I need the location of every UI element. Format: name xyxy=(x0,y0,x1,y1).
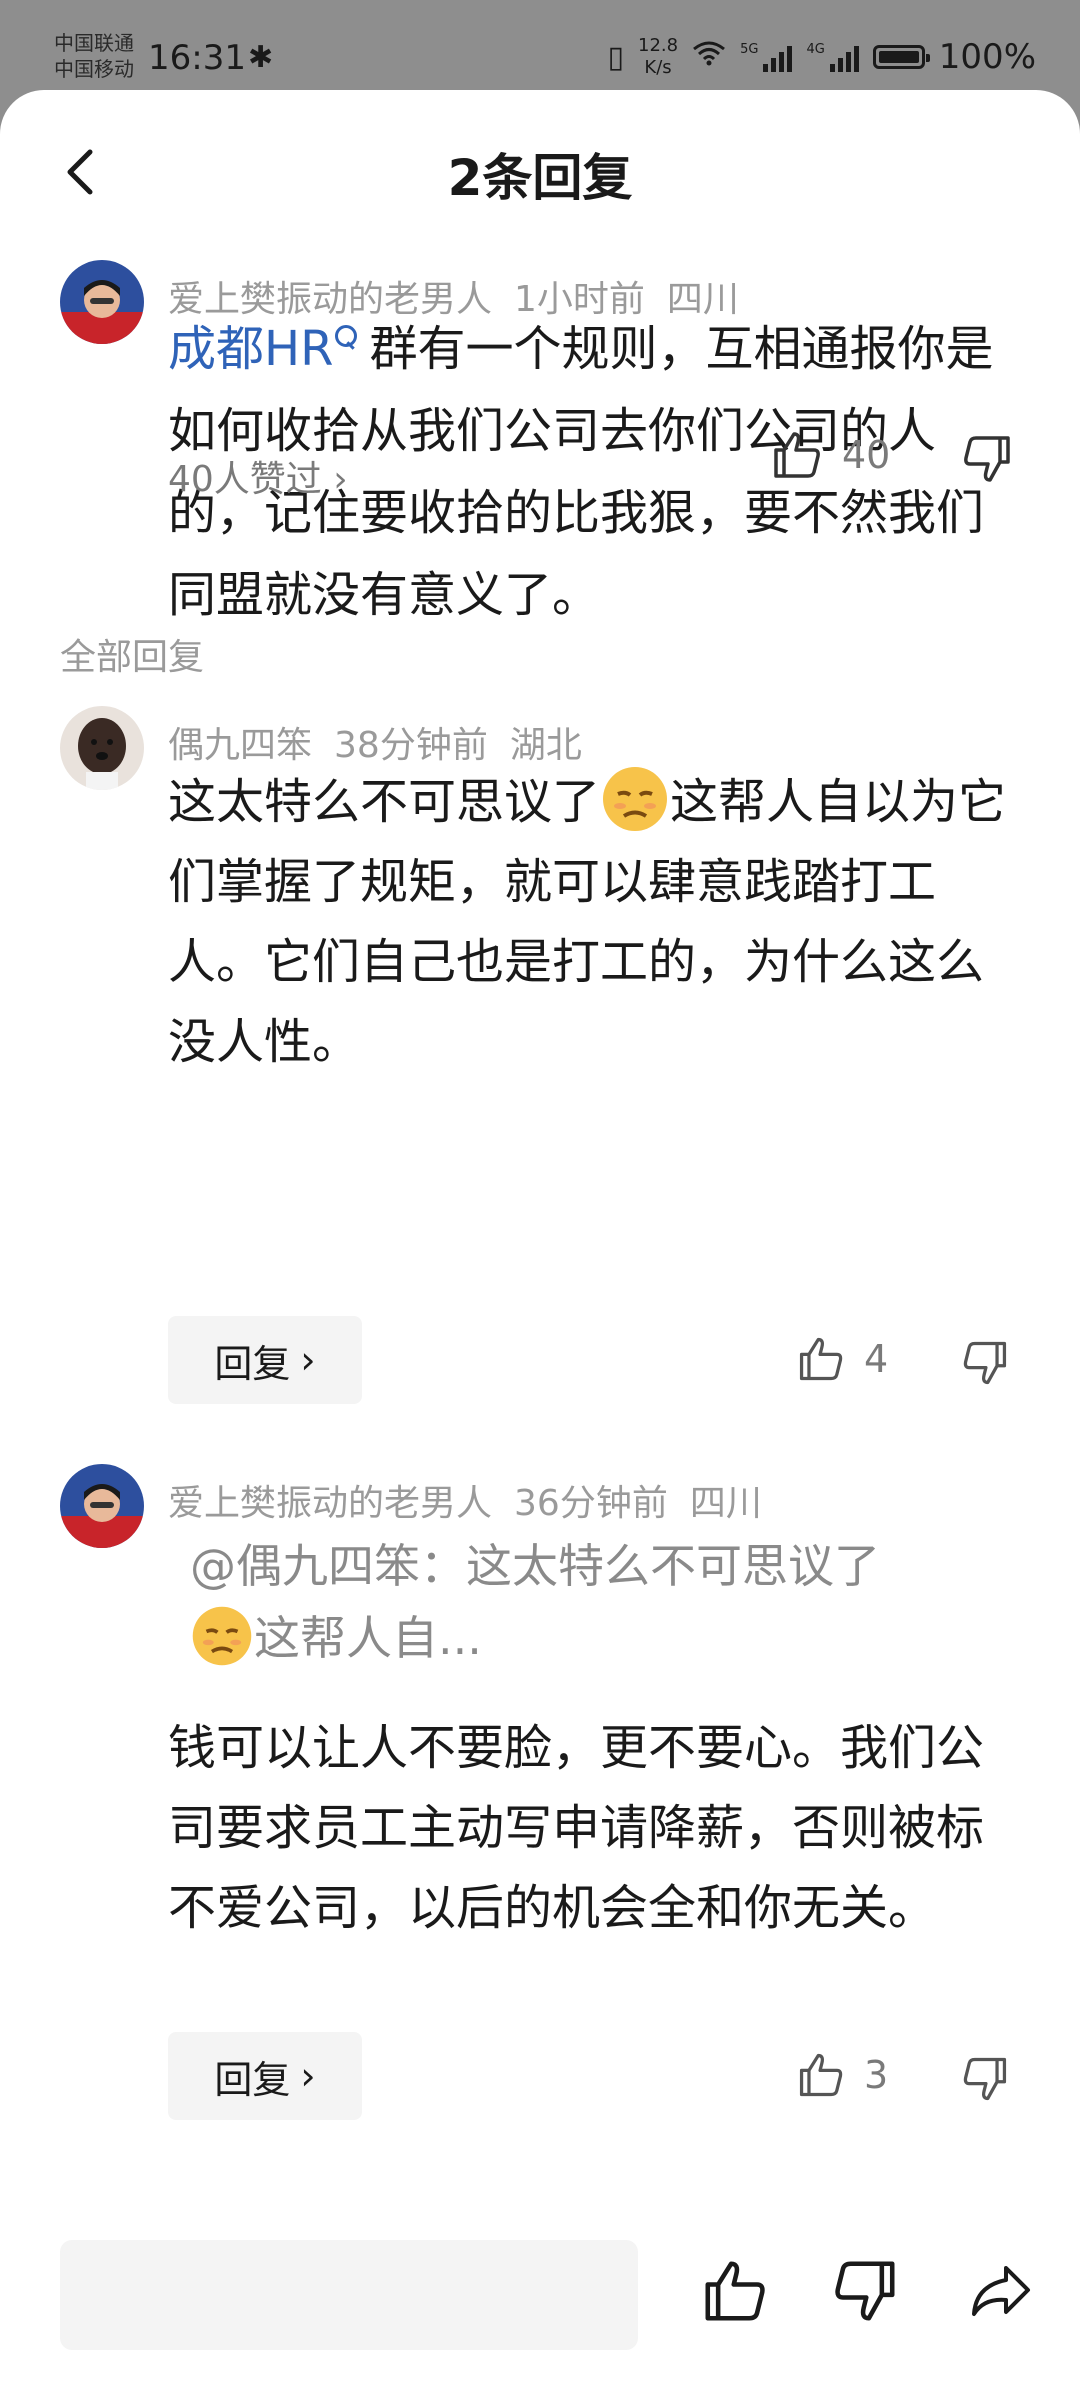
carrier-2: 中国移动 xyxy=(54,57,134,81)
battery-icon xyxy=(872,45,930,69)
reply-input[interactable] xyxy=(60,2240,638,2350)
topic-link[interactable]: 成都HR xyxy=(168,321,333,377)
like-button[interactable]: 40 xyxy=(770,428,890,482)
reply-time: 36分钟前 xyxy=(514,1483,668,1524)
unamused-emoji-icon xyxy=(603,767,668,831)
chevron-right-icon: › xyxy=(300,2054,316,2098)
carrier-info: 中国联通 中国移动 xyxy=(54,30,134,82)
avatar[interactable] xyxy=(60,706,144,790)
author-name[interactable]: 偶九四笨 xyxy=(168,725,312,766)
chevron-right-icon: › xyxy=(300,1338,316,1382)
reply-button[interactable]: 回复 › xyxy=(168,2032,362,2120)
status-time: 16:31 xyxy=(148,38,246,78)
avatar[interactable] xyxy=(60,260,144,344)
reply-location: 湖北 xyxy=(509,725,582,766)
net-speed-value: 12.8 xyxy=(638,35,679,56)
reply-location: 四川 xyxy=(689,1483,762,1524)
reply-text: 钱可以让人不要脸，更不要心。我们公司要求员工主动写申请降薪，否则被标不爱公司，以… xyxy=(168,1720,985,1936)
battery-level: 100% xyxy=(938,37,1036,77)
reply-meta: 偶九四笨 38分钟前 湖北 xyxy=(168,716,604,768)
like-button[interactable]: 3 xyxy=(796,2050,888,2100)
quote-text-part1: @偶九四笨：这太特么不可思议了 xyxy=(190,1539,880,1593)
like-count: 3 xyxy=(864,2053,889,2097)
thumbs-down-icon[interactable] xyxy=(830,2256,900,2330)
thumbs-up-icon xyxy=(774,432,820,478)
thumbs-down-icon xyxy=(964,436,1010,482)
wifi-icon xyxy=(692,39,726,75)
bluetooth-icon: ✱ xyxy=(248,40,274,75)
page-title: 2条回复 xyxy=(447,149,633,207)
reply-button-label: 回复 xyxy=(214,2057,291,2102)
signal-5g-icon: 5G xyxy=(740,42,793,72)
thumbs-up-icon[interactable] xyxy=(700,2256,770,2330)
nav-bar: 2条回复 xyxy=(0,90,1080,260)
reply-meta: 爱上樊振动的老男人 36分钟前 四川 xyxy=(168,1474,784,1526)
quote-text-part2: 这帮人自... xyxy=(254,1611,482,1665)
vibrate-icon: ▯ xyxy=(607,39,624,75)
signal-4g-icon: 4G xyxy=(806,42,859,72)
status-icons: ▯ 12.8 K/s 5G 4G 100% xyxy=(607,32,1036,82)
thumbs-up-icon xyxy=(799,1337,843,1381)
thumbs-up-icon xyxy=(799,2053,843,2097)
reply-text-part1: 这太特么不可思议了 xyxy=(168,774,601,830)
dislike-button[interactable] xyxy=(960,432,1014,490)
status-bar: 中国联通 中国移动 16:31 ✱ ▯ 12.8 K/s 5G 4G 100% xyxy=(0,0,1080,100)
reply-button[interactable]: 回复 › xyxy=(168,1316,362,1404)
likes-summary-text: 40人赞过 xyxy=(168,459,322,500)
signal-5g-label: 5G xyxy=(740,42,759,57)
thumbs-down-icon xyxy=(963,2057,1007,2101)
section-label: 全部回复 xyxy=(60,637,205,678)
dislike-button[interactable] xyxy=(960,2054,1010,2108)
like-count: 40 xyxy=(842,433,891,477)
avatar[interactable] xyxy=(60,1464,144,1548)
chevron-right-icon: › xyxy=(333,459,348,500)
like-count: 4 xyxy=(864,1337,889,1381)
thumbs-down-icon xyxy=(963,1341,1007,1385)
author-name[interactable]: 爱上樊振动的老男人 xyxy=(168,1483,492,1524)
likes-summary-link[interactable]: 40人赞过 › xyxy=(168,450,348,502)
reply-time: 38分钟前 xyxy=(334,725,488,766)
quoted-reply[interactable]: @偶九四笨：这太特么不可思议了这帮人自... xyxy=(190,1530,1010,1674)
reply-text: 这太特么不可思议了 这帮人自以为它们掌握了规矩，就可以肆意践踏打工人。它们自己也是… xyxy=(168,762,1018,1082)
reply-button-label: 回复 xyxy=(214,1341,291,1386)
share-icon[interactable] xyxy=(966,2256,1036,2330)
like-button[interactable]: 4 xyxy=(796,1334,888,1384)
net-speed-unit: K/s xyxy=(644,57,672,78)
replies-sheet: 2条回复 爱上樊振动的老男人 1小时前 四川 成都HR 群有一个规则，互相通报你是如何… xyxy=(0,90,1080,2388)
unamused-emoji-icon xyxy=(192,1606,252,1666)
carrier-1: 中国联通 xyxy=(54,31,134,55)
net-speed: 12.8 K/s xyxy=(638,35,678,79)
search-icon xyxy=(335,325,358,347)
dislike-button[interactable] xyxy=(960,1338,1010,1392)
signal-4g-label: 4G xyxy=(806,42,825,57)
